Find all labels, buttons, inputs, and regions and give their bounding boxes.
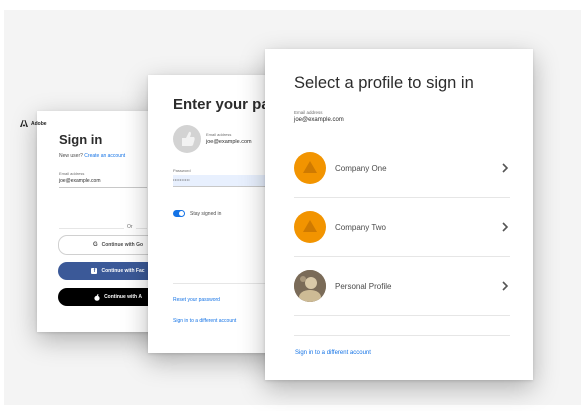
company-two-avatar: [294, 211, 326, 243]
personal-profile-avatar: [294, 270, 326, 302]
profile-different-account-link[interactable]: Sign in to a different account: [295, 350, 371, 356]
google-icon: G: [92, 242, 98, 248]
signin-email-label: Email address: [59, 171, 85, 176]
thumbs-up-icon: [182, 131, 195, 146]
password-mask: ••••••••••: [173, 177, 191, 182]
facebook-label: Continue with Fac: [101, 268, 145, 274]
apple-label: Continue with A: [104, 294, 142, 300]
facebook-icon: f: [91, 268, 98, 274]
user-avatar: [173, 125, 201, 153]
company-one-name: Company One: [335, 163, 387, 173]
signin-email-input[interactable]: joe@example.com: [59, 178, 100, 184]
profile-title: Select a profile to sign in: [294, 74, 474, 92]
new-user-prefix: New user?: [59, 153, 83, 159]
profile-footer-divider: [294, 335, 510, 336]
chevron-right-icon: [502, 281, 509, 291]
company-one-avatar: [294, 152, 326, 184]
profile-row-company-one[interactable]: Company One: [294, 139, 510, 198]
company-logo-icon: [303, 161, 317, 173]
personal-profile-name: Personal Profile: [335, 281, 392, 291]
profile-email-value: joe@example.com: [294, 117, 344, 123]
stay-signed-in-label: Stay signed in: [190, 211, 222, 217]
apple-icon: [94, 293, 100, 301]
password-label: Password: [173, 168, 191, 173]
chevron-right-icon: [502, 222, 509, 232]
adobe-icon: [20, 120, 28, 127]
password-email-label: Email address: [206, 132, 232, 137]
password-email-value: joe@example.com: [206, 139, 252, 145]
password-different-account-link[interactable]: Sign in to a different account: [173, 318, 236, 324]
signin-title: Sign in: [59, 132, 103, 147]
google-label: Continue with Go: [101, 242, 144, 248]
company-logo-icon: [303, 220, 317, 232]
stay-signed-in-toggle[interactable]: [173, 210, 185, 217]
reset-password-link[interactable]: Reset your password: [173, 297, 220, 303]
user-photo-icon: [294, 270, 326, 302]
profile-row-personal[interactable]: Personal Profile: [294, 257, 510, 316]
profile-email-label: Email address: [294, 110, 323, 115]
create-account-link[interactable]: Create an account: [84, 153, 125, 159]
new-user-line: New user? Create an account: [59, 153, 125, 159]
company-two-name: Company Two: [335, 222, 386, 232]
or-label: Or: [124, 224, 136, 230]
profile-row-company-two[interactable]: Company Two: [294, 198, 510, 257]
adobe-wordmark: Adobe: [31, 120, 47, 127]
toggle-knob: [179, 211, 184, 216]
adobe-logo: Adobe: [20, 120, 47, 127]
signin-email-underline: [59, 187, 147, 188]
chevron-right-icon: [502, 163, 509, 173]
